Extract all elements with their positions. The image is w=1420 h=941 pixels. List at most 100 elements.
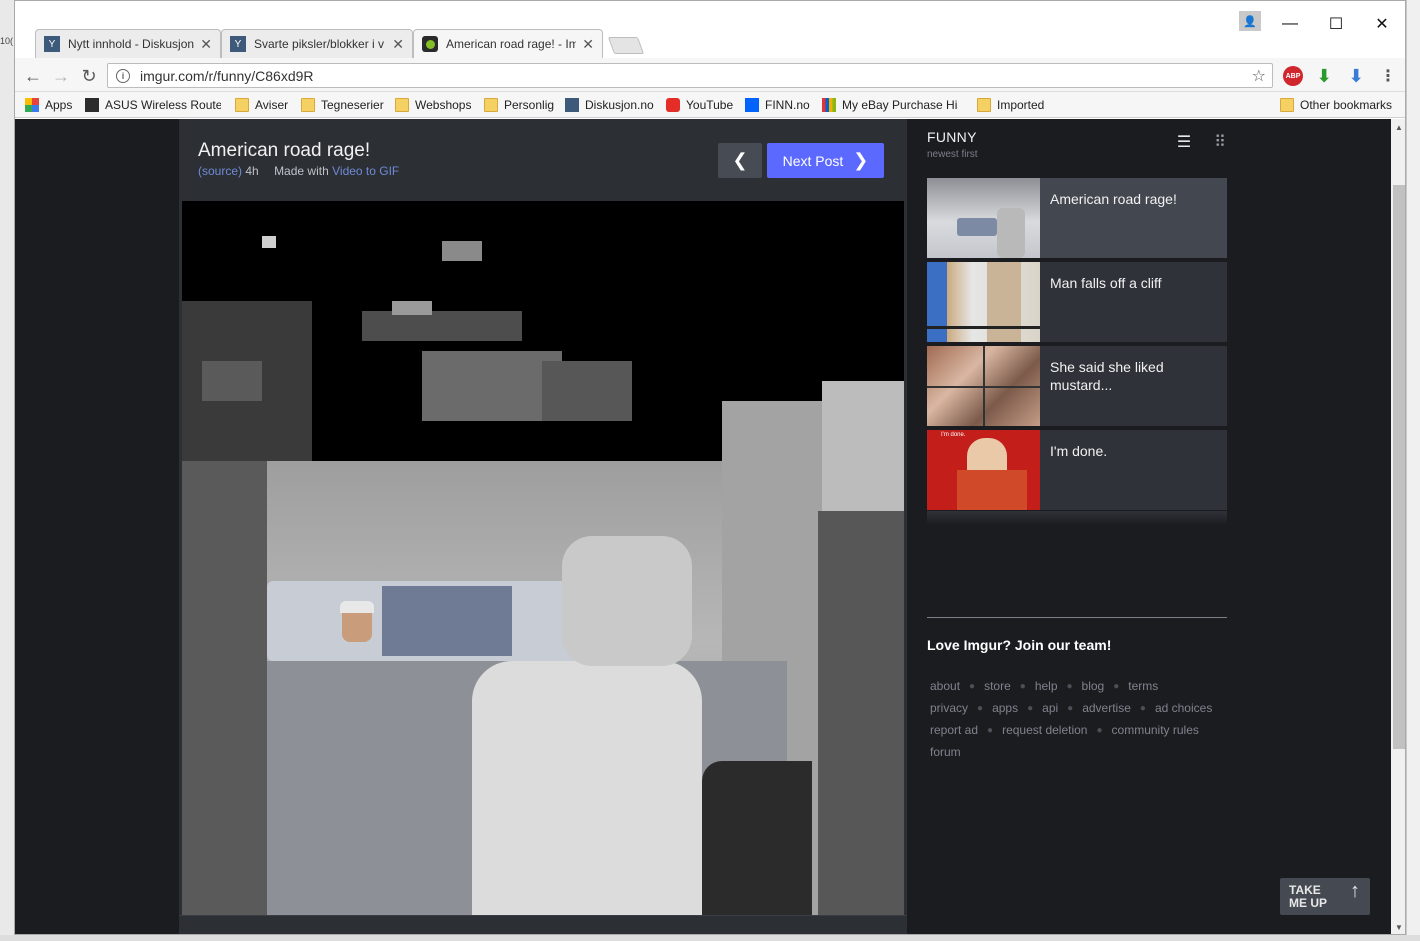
join-team-link[interactable]: Love Imgur? Join our team!: [927, 637, 1111, 653]
bookmark-webshops[interactable]: Webshops: [395, 96, 471, 114]
tab-close-icon[interactable]: ✕: [582, 36, 594, 53]
profile-icon[interactable]: 👤: [1239, 11, 1261, 31]
made-with-label: Made with: [274, 164, 329, 178]
sidebar-item-man-falls-off-cliff[interactable]: Man falls off a cliff: [927, 262, 1227, 342]
footer-link-store[interactable]: store: [984, 679, 1011, 693]
footer-link-report-ad[interactable]: report ad: [930, 723, 978, 737]
reload-icon[interactable]: ↻: [77, 64, 101, 88]
bookmark-label: Imported: [997, 98, 1045, 112]
sidebar-item-american-road-rage[interactable]: American road rage!: [927, 178, 1227, 258]
bookmark-finn[interactable]: FINN.no: [745, 96, 810, 114]
post-header: American road rage! (source) 4h Made wit…: [179, 119, 907, 201]
tab-nytt-innhold[interactable]: Y Nytt innhold - Diskusjon ✕: [35, 29, 221, 58]
scroll-down-icon[interactable]: ▼: [1391, 919, 1405, 934]
bookmark-label: Diskusjon.no: [585, 98, 654, 112]
bookmark-asus[interactable]: ASUS Wireless Router: [85, 96, 221, 114]
imgur-favicon-icon: [422, 36, 438, 52]
bookmark-tegneserier[interactable]: Tegneserier: [301, 96, 384, 114]
site-info-icon[interactable]: i: [116, 68, 130, 83]
sidebar-section-title[interactable]: FUNNY: [927, 129, 977, 145]
bookmark-label: My eBay Purchase His: [842, 98, 958, 112]
maximize-button[interactable]: ☐: [1313, 9, 1359, 39]
download-helper-icon[interactable]: ⬇: [1346, 66, 1366, 86]
bookmark-youtube[interactable]: YouTube: [666, 96, 733, 114]
footer-link-about[interactable]: about: [930, 679, 960, 693]
tab-american-road-rage[interactable]: American road rage! - Im ✕: [413, 29, 603, 58]
thumbnail-image: [927, 346, 1040, 426]
bookmark-label: YouTube: [686, 98, 734, 112]
download-arrow-icon[interactable]: ⬇: [1314, 66, 1334, 86]
bookmark-personlig[interactable]: Personlig: [484, 96, 554, 114]
adblock-plus-icon[interactable]: ABP: [1283, 66, 1303, 86]
apps-grid-icon: [25, 98, 39, 112]
post-footer: [179, 915, 907, 934]
bookmark-imported[interactable]: Imported: [977, 96, 1044, 114]
back-arrow-icon[interactable]: ←: [21, 64, 45, 88]
new-tab-button[interactable]: [607, 37, 645, 54]
bookmark-aviser[interactable]: Aviser: [235, 96, 288, 114]
close-window-button[interactable]: ✕: [1359, 9, 1405, 39]
sidebar: FUNNY newest first ☰ ⠿ American road rag…: [927, 119, 1247, 934]
post-age: 4h: [245, 164, 259, 178]
arrow-up-icon: ↑: [1350, 880, 1360, 902]
bookmark-label: Personlig: [504, 98, 555, 112]
bookmarks-bar: Apps ASUS Wireless Router Aviser Tegnese…: [15, 92, 1405, 118]
chrome-menu-icon[interactable]: ⋮: [1378, 66, 1398, 86]
scrollbar-thumb[interactable]: [1393, 185, 1405, 749]
thumbnail-image: [927, 262, 1040, 342]
diskusjon-favicon-icon: Y: [230, 36, 246, 52]
tab-svarte-piksler[interactable]: Y Svarte piksler/blokker i v ✕: [221, 29, 413, 58]
source-link[interactable]: (source): [198, 164, 242, 178]
tab-close-icon[interactable]: ✕: [200, 36, 212, 53]
footer-link-request-deletion[interactable]: request deletion: [1002, 723, 1087, 737]
list-view-icon[interactable]: ☰: [1175, 133, 1193, 151]
finn-icon: [745, 98, 759, 112]
footer-row: about ● store ● help ● blog ● terms: [930, 679, 1159, 693]
bookmark-label: Aviser: [255, 98, 289, 112]
next-post-button[interactable]: Next Post ❯: [767, 143, 884, 178]
bookmark-diskusjon[interactable]: Diskusjon.no: [565, 96, 654, 114]
sidebar-item-im-done[interactable]: I'm done. I'm done.: [927, 430, 1227, 510]
address-bar[interactable]: i imgur.com/r/funny/C86xd9R ☆: [107, 63, 1273, 88]
minimize-button[interactable]: —: [1267, 9, 1313, 39]
take-me-up-line2: ME UP: [1289, 895, 1328, 910]
sidebar-sort-label[interactable]: newest first: [927, 149, 978, 160]
sidebar-item-mustard[interactable]: She said she liked mustard...: [927, 346, 1227, 426]
ebay-icon: [822, 98, 836, 112]
bookmark-ebay[interactable]: My eBay Purchase His: [822, 96, 958, 114]
footer-link-advertise[interactable]: advertise: [1082, 701, 1131, 715]
forward-arrow-icon[interactable]: →: [49, 64, 73, 88]
footer-link-api[interactable]: api: [1042, 701, 1058, 715]
bookmark-other-bookmarks[interactable]: Other bookmarks: [1280, 96, 1392, 114]
footer-link-help[interactable]: help: [1035, 679, 1058, 693]
tab-close-icon[interactable]: ✕: [392, 36, 404, 53]
footer-link-apps[interactable]: apps: [992, 701, 1018, 715]
footer-link-forum[interactable]: forum: [930, 745, 961, 759]
previous-post-button[interactable]: ❮: [718, 143, 762, 178]
take-me-up-button[interactable]: TAKE ME UP ↑: [1280, 878, 1370, 915]
gif-video-player[interactable]: [182, 201, 904, 915]
footer-link-community-rules[interactable]: community rules: [1112, 723, 1199, 737]
thumbnail-caption: She said she liked mustard...: [1050, 359, 1164, 393]
bookmark-apps[interactable]: Apps: [25, 96, 72, 114]
footer-link-ad-choices[interactable]: ad choices: [1155, 701, 1212, 715]
page-scrollbar[interactable]: ▲ ▼: [1391, 119, 1405, 934]
footer-link-blog[interactable]: blog: [1082, 679, 1105, 693]
tab-label: Svarte piksler/blokker i v: [254, 37, 385, 51]
grid-view-icon[interactable]: ⠿: [1211, 133, 1229, 151]
sidebar-list-fade: [927, 511, 1227, 525]
footer-link-terms[interactable]: terms: [1128, 679, 1158, 693]
bookmark-star-icon[interactable]: ☆: [1252, 66, 1266, 86]
footer-link-privacy[interactable]: privacy: [930, 701, 968, 715]
diskusjon-favicon-icon: Y: [44, 36, 60, 52]
url-text[interactable]: imgur.com/r/funny/C86xd9R: [140, 68, 1252, 84]
thumbnail-text: I'm done.: [941, 432, 966, 438]
scroll-up-icon[interactable]: ▲: [1391, 119, 1405, 135]
imgur-page: American road rage! (source) 4h Made wit…: [15, 119, 1391, 934]
tab-label: American road rage! - Im: [446, 37, 577, 51]
bookmark-label: ASUS Wireless Router: [105, 98, 221, 112]
tab-strip: Y Nytt innhold - Diskusjon ✕ Y Svarte pi…: [15, 1, 1405, 58]
post-meta: (source) 4h Made with Video to GIF: [198, 164, 399, 178]
folder-icon: [235, 98, 249, 112]
video-to-gif-link[interactable]: Video to GIF: [332, 164, 399, 178]
